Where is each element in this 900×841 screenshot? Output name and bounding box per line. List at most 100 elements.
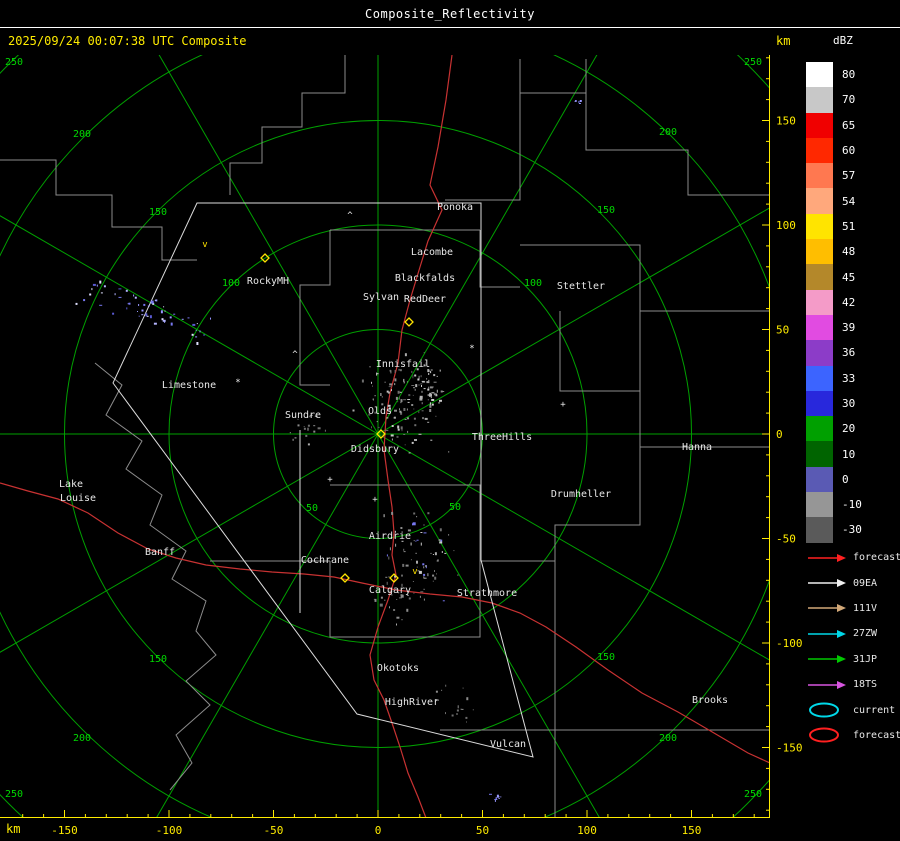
dbz-scale-row: 65 <box>806 112 862 138</box>
city-label: Louise <box>60 493 96 504</box>
dbz-scale-row: -30 <box>806 517 862 543</box>
dbz-swatch <box>806 112 833 138</box>
city-label: Stettler <box>557 281 605 292</box>
dbz-swatch <box>806 340 833 366</box>
dbz-scale-row: 70 <box>806 87 862 113</box>
storm-legend: forecast 09EA 111V 27ZW 31JP 18TS current forec… <box>806 545 900 748</box>
range-ring-label: 150 <box>597 205 615 216</box>
legend-label: 09EA <box>853 577 878 589</box>
legend-arrow-icon <box>808 604 846 613</box>
map-symbol: v <box>202 240 207 250</box>
bottom-axis-label: -100 <box>156 824 183 837</box>
dbz-swatch <box>806 264 833 290</box>
dbz-value-label: 36 <box>842 346 856 360</box>
city-label: Brooks <box>692 695 728 706</box>
dbz-scale-row: 0 <box>806 466 862 493</box>
map-layers: 250 250 250 250 200 200 200 200 150 150 150 150 100 1… <box>0 55 770 818</box>
city-label: HighRiver <box>385 697 439 708</box>
city-label: Strathmore <box>457 588 517 599</box>
range-ring-label: 250 <box>744 789 762 800</box>
right-axis-label: -150 <box>776 742 803 755</box>
right-axis-unit: km <box>776 34 791 48</box>
dbz-scale-row: 42 <box>806 289 862 315</box>
city-label: Sundre <box>285 410 321 421</box>
county-boundary <box>585 93 770 196</box>
legend-arrow-icon <box>808 655 846 664</box>
map-symbol: * <box>469 344 474 354</box>
city-label: Sylvan <box>363 292 399 303</box>
dbz-scale-row: 45 <box>806 264 862 290</box>
city-label: Okotoks <box>377 663 419 674</box>
dbz-value-label: 20 <box>842 422 856 436</box>
radar-site-marker <box>340 573 350 583</box>
right-axis-label: 50 <box>776 324 789 337</box>
range-ring-label: 100 <box>222 278 240 289</box>
dbz-scale-row: 10 <box>806 441 862 467</box>
legend-item-09EA: 09EA <box>806 570 900 595</box>
county-boundary <box>559 311 640 392</box>
dbz-swatch <box>806 62 833 88</box>
dbz-swatch <box>806 492 833 518</box>
range-ring-label: 200 <box>73 129 91 140</box>
right-axis-label: 0 <box>776 428 783 441</box>
titlebar: Composite_Reflectivity <box>0 0 900 28</box>
dbz-scale-row: 36 <box>806 340 862 366</box>
legend-item-31JP: 31JP <box>806 647 900 672</box>
dbz-value-label: 45 <box>842 270 856 284</box>
range-ring-label: 50 <box>449 502 461 513</box>
dbz-scale-row: 33 <box>806 365 862 391</box>
precip-echoes <box>75 100 582 802</box>
city-label: Lake <box>59 479 83 490</box>
dbz-value-label: 48 <box>842 245 856 259</box>
legend-arrow-icon <box>808 629 846 638</box>
city-label: Didsbury <box>351 444 399 455</box>
legend-label: forecast <box>853 729 900 741</box>
dbz-value-label: 10 <box>842 447 856 461</box>
dbz-scale-row: 30 <box>806 390 862 417</box>
dbz-value-label: 39 <box>842 321 856 335</box>
dbz-value-label: 33 <box>842 371 856 385</box>
county-boundary <box>330 484 555 562</box>
dbz-value-label: 30 <box>842 397 856 410</box>
county-boundary <box>479 230 520 288</box>
range-ring-label: 100 <box>524 278 542 289</box>
city-label: Vulcan <box>490 739 526 750</box>
dbz-swatch <box>806 365 833 391</box>
city-label: Lacombe <box>411 247 453 258</box>
dbz-swatch <box>806 188 833 214</box>
city-label: Drumheller <box>551 489 611 500</box>
city-label: Blackfalds <box>395 273 455 284</box>
dbz-swatch <box>806 466 833 493</box>
dbz-swatch <box>806 390 833 417</box>
city-label: RockyMH <box>247 276 289 287</box>
radar-map: 250 250 250 250 200 200 200 200 150 150 150 150 100 1… <box>0 55 803 837</box>
right-axis-label: -100 <box>776 637 803 650</box>
city-label: ThreeHills <box>472 432 532 443</box>
city-label: Calgary <box>369 585 411 596</box>
dbz-scale-row: 48 <box>806 239 862 265</box>
dbz-scale-title: dBZ <box>833 34 853 47</box>
dbz-value-label: 80 <box>842 68 856 82</box>
range-ring-label: 250 <box>744 57 762 68</box>
dbz-value-label: 60 <box>842 144 856 158</box>
dbz-swatch <box>806 416 833 442</box>
legend-item-forecast: forecast <box>806 723 900 748</box>
dbz-swatch <box>806 87 833 113</box>
range-ring-label: 50 <box>306 503 318 514</box>
dbz-scale-row: 60 <box>806 137 862 164</box>
legend-item-18TS: 18TS <box>806 672 900 697</box>
legend-arrow-icon <box>808 579 846 588</box>
dbz-value-label: -10 <box>842 498 862 512</box>
dbz-swatch <box>806 239 833 265</box>
dbz-value-label: 65 <box>842 118 856 132</box>
map-symbol: ^ <box>347 211 353 221</box>
bottom-axis-unit: km <box>6 822 21 836</box>
dbz-swatch <box>806 163 833 189</box>
legend-arrow-icon <box>808 553 846 562</box>
range-ring-label: 250 <box>5 789 23 800</box>
bottom-axis-label: 150 <box>682 824 702 837</box>
bottom-axis-label: 0 <box>375 824 382 837</box>
map-symbol: + <box>327 475 333 485</box>
dbz-scale-row: 54 <box>806 188 862 214</box>
dbz-scale-row: 57 <box>806 163 862 189</box>
